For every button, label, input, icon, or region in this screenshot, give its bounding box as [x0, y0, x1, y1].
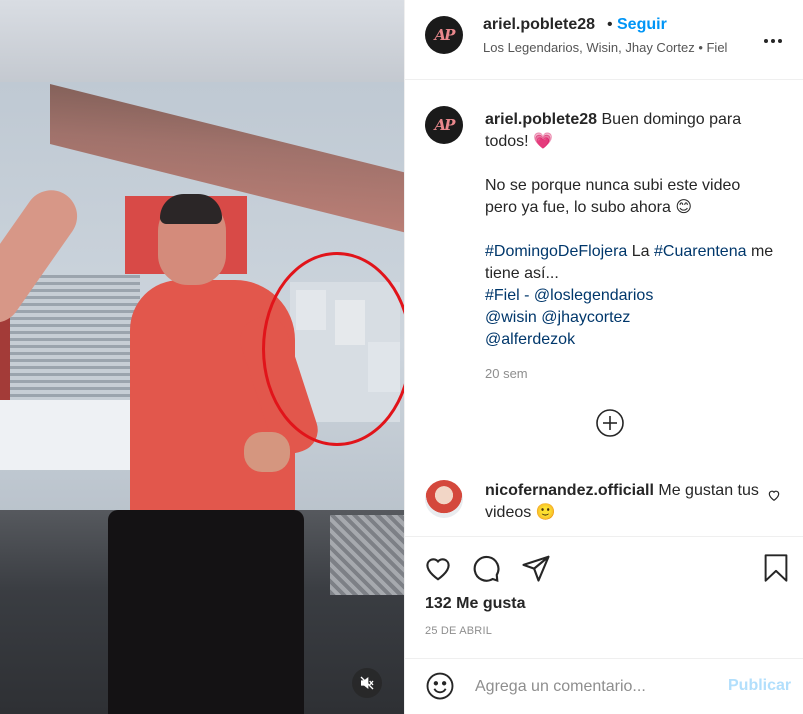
hashtag-link[interactable]: #Fiel: [485, 287, 520, 304]
mention-link[interactable]: @loslegendarios: [534, 287, 653, 304]
music-subtitle[interactable]: Los Legendarios, Wisin, Jhay Cortez • Fi…: [483, 40, 727, 55]
separator-dot: •: [607, 16, 613, 33]
caption-text: -: [519, 287, 534, 304]
post-date: 25 DE ABRIL: [425, 625, 493, 637]
video-cushion: [330, 515, 404, 595]
mention-link[interactable]: @alferdezok: [485, 331, 575, 348]
load-more-comments-icon[interactable]: [595, 408, 625, 438]
speaker-muted-icon[interactable]: [352, 668, 382, 698]
post-header: AP ariel.poblete28 • Seguir Los Legendar…: [405, 0, 803, 80]
mention-link[interactable]: @wisin: [485, 309, 537, 326]
emoji-icon[interactable]: [425, 671, 455, 706]
video-person-pants: [108, 510, 304, 714]
caption-username[interactable]: ariel.poblete28: [485, 111, 597, 128]
heart-icon[interactable]: [767, 488, 781, 507]
follow-button[interactable]: Seguir: [617, 16, 667, 34]
video-person-hair: [160, 194, 222, 224]
comment-body: nicofernandez.officiall Me gustan tus vi…: [485, 480, 760, 524]
bookmark-icon[interactable]: [762, 553, 790, 588]
comment-composer: Publicar: [405, 658, 803, 714]
likes-count[interactable]: 132 Me gusta: [425, 595, 525, 613]
video-ceiling: [0, 0, 404, 82]
caption-text: La: [627, 243, 654, 260]
more-options-icon[interactable]: [763, 28, 783, 49]
caption-line: No se porque nunca subi este video pero …: [485, 177, 741, 216]
avatar-text: AP: [434, 26, 456, 44]
share-icon[interactable]: [521, 553, 551, 588]
video-person-hand: [244, 432, 290, 472]
avatar[interactable]: [425, 480, 463, 518]
comment-username[interactable]: nicofernandez.officiall: [485, 482, 654, 499]
author-username[interactable]: ariel.poblete28: [483, 16, 595, 34]
post-caption: ariel.poblete28 Buen domingo para todos!…: [485, 109, 775, 351]
video-window-light: [0, 400, 145, 470]
comment-input[interactable]: [473, 673, 717, 701]
comment-item: nicofernandez.officiall Me gustan tus vi…: [405, 472, 803, 532]
publish-button[interactable]: Publicar: [728, 677, 791, 695]
post-video[interactable]: [0, 0, 404, 714]
red-circle-annotation: [262, 252, 404, 446]
avatar-text: AP: [434, 116, 456, 134]
heart-icon[interactable]: [423, 553, 453, 588]
post-time-ago[interactable]: 20 sem: [485, 366, 528, 381]
hashtag-link[interactable]: #Cuarentena: [654, 243, 747, 260]
avatar[interactable]: AP: [425, 106, 463, 144]
comment-icon[interactable]: [471, 553, 501, 588]
hashtag-link[interactable]: #DomingoDeFlojera: [485, 243, 627, 260]
avatar[interactable]: AP: [425, 16, 463, 54]
post-actions: 132 Me gusta 25 DE ABRIL: [405, 536, 803, 650]
post-sidebar: AP ariel.poblete28 • Seguir Los Legendar…: [404, 0, 803, 714]
mention-link[interactable]: @jhaycortez: [541, 309, 630, 326]
